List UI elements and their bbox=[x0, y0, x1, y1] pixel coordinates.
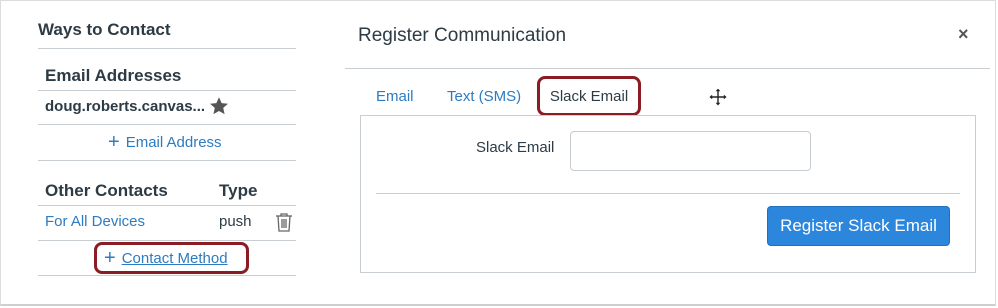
add-contact-method-label: Contact Method bbox=[121, 249, 228, 267]
divider bbox=[38, 124, 296, 125]
ways-to-contact-title: Ways to Contact bbox=[38, 20, 171, 39]
divider bbox=[38, 205, 296, 206]
contact-type-value: push bbox=[219, 213, 252, 230]
star-icon[interactable] bbox=[208, 95, 230, 117]
divider bbox=[38, 275, 296, 276]
divider bbox=[38, 90, 296, 91]
tab-text-sms[interactable]: Text (SMS) bbox=[447, 88, 521, 105]
tab-slack-email-label: Slack Email bbox=[549, 87, 629, 105]
add-contact-method-button[interactable]: + Contact Method bbox=[104, 248, 228, 268]
email-addresses-heading: Email Addresses bbox=[45, 66, 182, 85]
divider bbox=[38, 160, 296, 161]
dialog-title: Register Communication bbox=[358, 25, 567, 46]
add-email-address-label: Email Address bbox=[125, 133, 222, 151]
divider bbox=[38, 48, 296, 49]
type-column-header: Type bbox=[219, 181, 258, 200]
other-contacts-heading: Other Contacts bbox=[45, 181, 168, 200]
slack-email-input[interactable] bbox=[570, 131, 811, 171]
plus-icon: + bbox=[104, 247, 116, 269]
divider bbox=[38, 240, 296, 241]
plus-icon: + bbox=[108, 131, 120, 153]
move-cursor-icon bbox=[709, 88, 727, 106]
slack-email-label: Slack Email bbox=[476, 139, 555, 156]
tab-slack-email[interactable]: Slack Email bbox=[537, 76, 641, 116]
contact-for-all-devices-link[interactable]: For All Devices bbox=[45, 213, 145, 230]
add-email-address-button[interactable]: + Email Address bbox=[108, 132, 222, 152]
dialog-header-divider bbox=[345, 68, 990, 69]
register-slack-email-button[interactable]: Register Slack Email bbox=[767, 206, 950, 246]
trash-icon[interactable] bbox=[275, 212, 293, 232]
close-icon[interactable]: × bbox=[958, 24, 976, 46]
panel-divider bbox=[376, 193, 960, 194]
tab-email[interactable]: Email bbox=[376, 88, 414, 105]
email-address-value: doug.roberts.canvas... bbox=[45, 98, 206, 115]
